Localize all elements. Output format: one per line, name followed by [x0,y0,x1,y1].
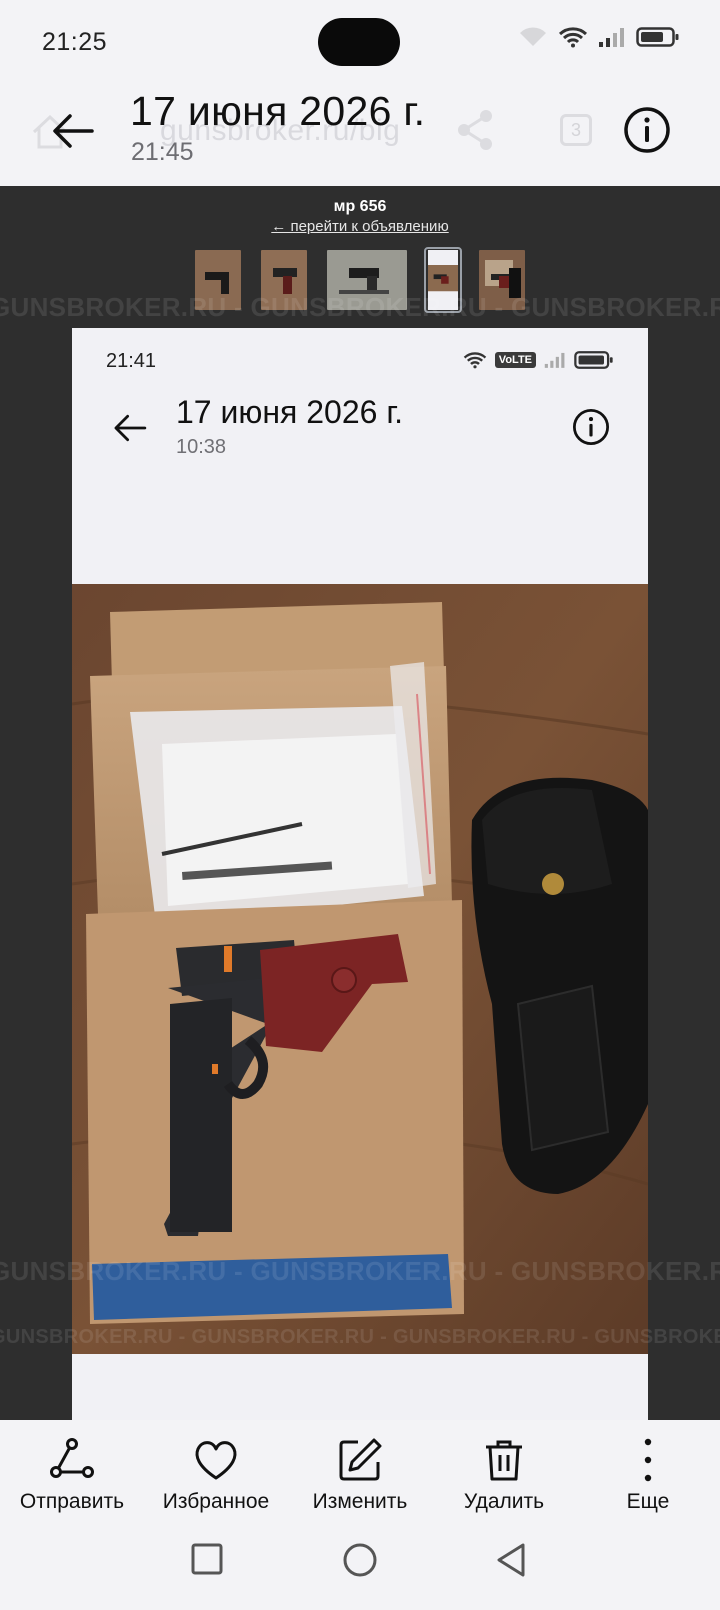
more-button[interactable]: Еще [578,1436,718,1514]
edit-icon [339,1438,382,1481]
send-label: Отправить [19,1490,125,1513]
battery-icon [636,27,679,47]
watermark-middle: GUNSBROKER.RU - GUNSBROKER.RU - GUNSBROK… [0,1256,720,1286]
pistol-photo [72,584,648,1354]
edit-label: Изменить [312,1490,408,1513]
bottom-toolbar: Отправить Избранное Изменить Удалить Еще [0,1420,720,1532]
watermark-bottom: GUNSBROKER.RU - GUNSBROKER.RU - GUNSBROK… [0,1326,720,1348]
inner-wifi-icon [463,352,487,369]
inner-status-time: 21:41 [106,350,157,372]
home-icon[interactable] [342,1542,378,1578]
camera-cutout [318,18,400,66]
watermark-top: GUNSBROKER.RU - GUNSBROKER.RU - GUNSBROK… [0,292,720,322]
page-subtitle: 21:45 [131,138,194,166]
delete-label: Удалить [463,1490,545,1513]
listing-title: мр 656 [333,198,387,215]
more-label: Еще [626,1490,670,1513]
delete-button[interactable]: Удалить [434,1436,574,1514]
inner-subtitle: 10:38 [176,436,227,458]
send-button[interactable]: Отправить [2,1436,142,1514]
background-tab-count: 3 [560,114,592,146]
share-icon-ghost [458,110,492,150]
wifi-icon [558,27,588,48]
page-title: 17 июня 2026 г. [130,88,426,134]
go-to-listing-link[interactable]: ← перейти к объявлению [0,218,720,235]
volte-badge: VoLTE [494,352,536,368]
status-bar: 21:25 [0,0,720,84]
more-vertical-icon [644,1438,652,1482]
back-triangle-icon[interactable] [494,1542,528,1578]
favorite-label: Избранное [162,1490,270,1513]
inner-info-icon [572,408,610,446]
share-icon [50,1438,94,1478]
favorite-button[interactable]: Избранное [146,1436,286,1514]
system-nav-bar [0,1532,720,1610]
image-viewer: мр 656 ← перейти к объявлению 21:41 VoLT… [0,186,720,1420]
signal-icon [599,28,624,47]
inner-title: 17 июня 2026 г. [176,394,403,430]
gallery-header: gunsbroker.ru/big 3 17 июня 2026 г. 21:4… [0,84,720,186]
wifi-icon-ghost [520,27,546,46]
heart-icon [195,1441,237,1480]
trash-icon [486,1440,522,1481]
status-icons [518,26,680,48]
recent-apps-icon[interactable] [190,1542,224,1576]
inner-battery-icon [574,351,613,369]
back-arrow-icon[interactable] [50,108,96,154]
inner-signal-icon [544,352,565,368]
inner-back-arrow-icon [114,414,147,442]
info-icon[interactable] [623,106,671,154]
status-time: 21:25 [42,28,108,56]
inner-status-icons: VoLTE [463,350,614,370]
edit-button[interactable]: Изменить [290,1436,430,1514]
